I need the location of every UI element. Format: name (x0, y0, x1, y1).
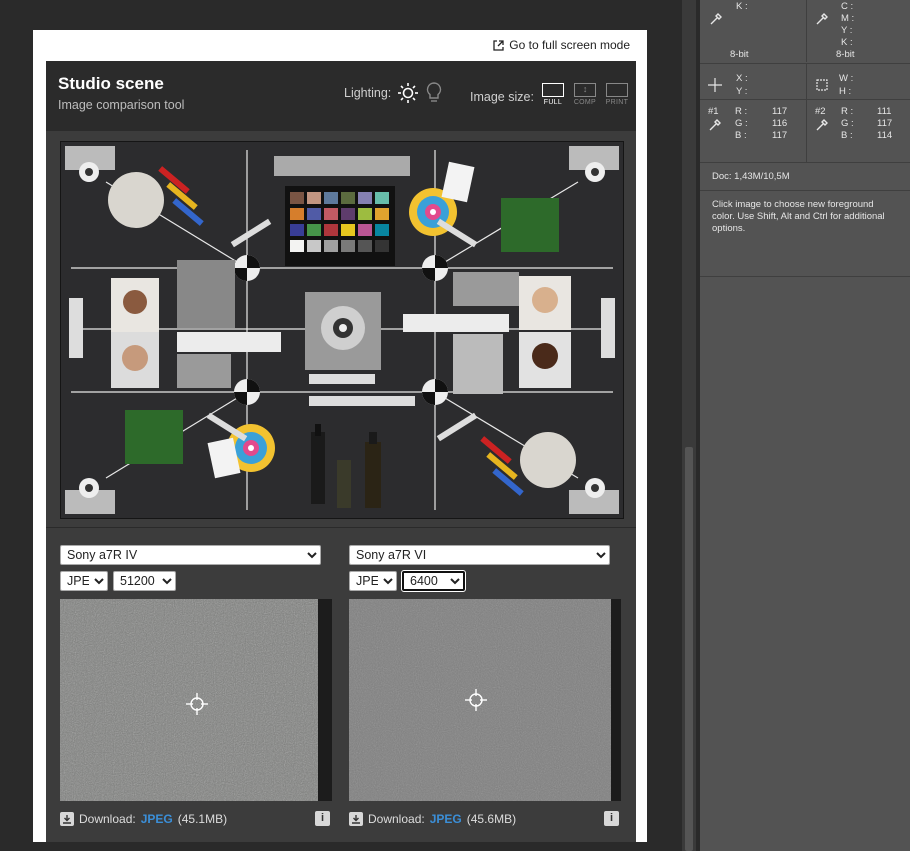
crosshair-cursor-icon (708, 78, 722, 92)
right-download-jpeg-link[interactable]: JPEG (430, 812, 462, 826)
left-download-row: Download: JPEG (45.1MB) (60, 812, 227, 826)
sample1-id: #1 (708, 106, 719, 117)
y-label: Y : (736, 86, 748, 97)
separator (700, 276, 910, 277)
h-label: H : (839, 86, 852, 97)
cmyk-y-label: Y : (841, 25, 853, 36)
compare-icon: ↕ (573, 83, 596, 97)
size-print-label: PRINT (605, 99, 629, 106)
tool-header: Studio scene Image comparison tool Light… (46, 61, 636, 131)
studio-scene-image[interactable] (60, 141, 624, 519)
right-download-label: Download: (368, 812, 425, 826)
tool-title: Studio scene (58, 74, 164, 93)
sample2-r-label: R : (841, 106, 854, 117)
size-comp-label: COMP (573, 99, 597, 106)
sample2-g-value: 117 (877, 118, 893, 129)
cmyk-c-label: C : (841, 1, 854, 12)
color-sampler-icon[interactable] (815, 118, 829, 132)
bit-depth-right: 8-bit (836, 49, 855, 60)
w-label: W : (839, 73, 854, 84)
left-download-jpeg-link[interactable]: JPEG (141, 812, 173, 826)
lighting-control: Lighting: (344, 81, 443, 105)
info-icon: i (609, 812, 614, 824)
right-iso-select[interactable]: 6400 (401, 570, 466, 592)
size-print-button[interactable]: PRINT (604, 81, 630, 106)
sample2-g-label: G : (841, 118, 854, 129)
right-info-button[interactable]: i (604, 811, 619, 826)
download-icon[interactable] (349, 812, 363, 826)
external-link-icon (493, 39, 504, 51)
size-full-button[interactable]: FULL (540, 81, 566, 106)
left-iso-select[interactable]: 51200 (113, 571, 176, 591)
sample2-r-value: 111 (877, 106, 892, 117)
crosshair-icon (465, 689, 487, 711)
comparison-page: Go to full screen mode Studio scene Imag… (33, 30, 647, 842)
right-download-row: Download: JPEG (45.6MB) (349, 812, 516, 826)
cmyk-k-label: K : (736, 1, 748, 12)
color-sampler-icon[interactable] (708, 118, 722, 132)
bulb-icon[interactable] (425, 81, 443, 105)
separator (806, 64, 807, 162)
right-format-select[interactable]: JPEG (349, 571, 397, 591)
left-camera-select[interactable]: Sony a7R IV (60, 545, 321, 565)
page-scrollbar-thumb[interactable] (685, 447, 693, 851)
print-frame-icon (605, 83, 628, 97)
right-camera-select[interactable]: Sony a7R VI (349, 545, 610, 565)
sample2-b-value: 114 (877, 130, 893, 141)
left-download-size: (45.1MB) (177, 812, 228, 826)
cmyk-k2-label: K : (841, 37, 853, 48)
x-label: X : (736, 73, 748, 84)
separator (700, 99, 910, 100)
size-full-label: FULL (543, 99, 563, 106)
scene-drawing (61, 142, 623, 518)
right-download-size: (45.6MB) (466, 812, 517, 826)
crosshair-icon (186, 693, 208, 715)
download-icon[interactable] (60, 812, 74, 826)
image-size-label: Image size: (470, 90, 534, 104)
crop-edge-shadow (318, 599, 332, 801)
separator (700, 162, 910, 163)
tool-subtitle: Image comparison tool (58, 98, 185, 112)
sample1-b-label: B : (735, 130, 747, 141)
eyedropper-icon[interactable] (709, 12, 723, 26)
fullscreen-link-label: Go to full screen mode (509, 38, 630, 52)
sample1-r-value: 117 (772, 106, 788, 117)
sample1-r-label: R : (735, 106, 748, 117)
eyedropper-icon[interactable] (815, 12, 829, 26)
section-divider (46, 527, 636, 528)
crop-edge-shadow (611, 599, 621, 801)
left-info-button[interactable]: i (315, 811, 330, 826)
cmyk-m-label: M : (841, 13, 855, 24)
image-size-control: Image size: FULL ↕ COMP PRINT (470, 81, 630, 106)
hint-text: Click image to choose new foreground col… (712, 199, 885, 234)
bit-depth-left: 8-bit (730, 49, 749, 60)
left-crop-image[interactable] (60, 599, 332, 801)
doc-size: Doc: 1,43M/10,5M (712, 171, 790, 182)
separator (806, 0, 807, 62)
sample1-g-value: 116 (772, 118, 788, 129)
daylight-icon[interactable] (397, 82, 419, 104)
separator (700, 190, 910, 191)
frame-icon (541, 83, 564, 97)
sample2-id: #2 (815, 106, 826, 117)
selection-size-icon (816, 79, 828, 91)
lighting-label: Lighting: (344, 86, 392, 100)
left-format-select[interactable]: JPEG (60, 571, 108, 591)
right-crop-image[interactable] (349, 599, 621, 801)
fullscreen-link[interactable]: Go to full screen mode (493, 38, 630, 52)
size-comp-button[interactable]: ↕ COMP (572, 81, 598, 106)
comparison-tool: Studio scene Image comparison tool Light… (46, 61, 636, 842)
info-icon: i (320, 812, 325, 824)
sample1-b-value: 117 (772, 130, 788, 141)
sample2-b-label: B : (841, 130, 853, 141)
separator (700, 63, 910, 64)
sample1-g-label: G : (735, 118, 748, 129)
left-download-label: Download: (79, 812, 136, 826)
